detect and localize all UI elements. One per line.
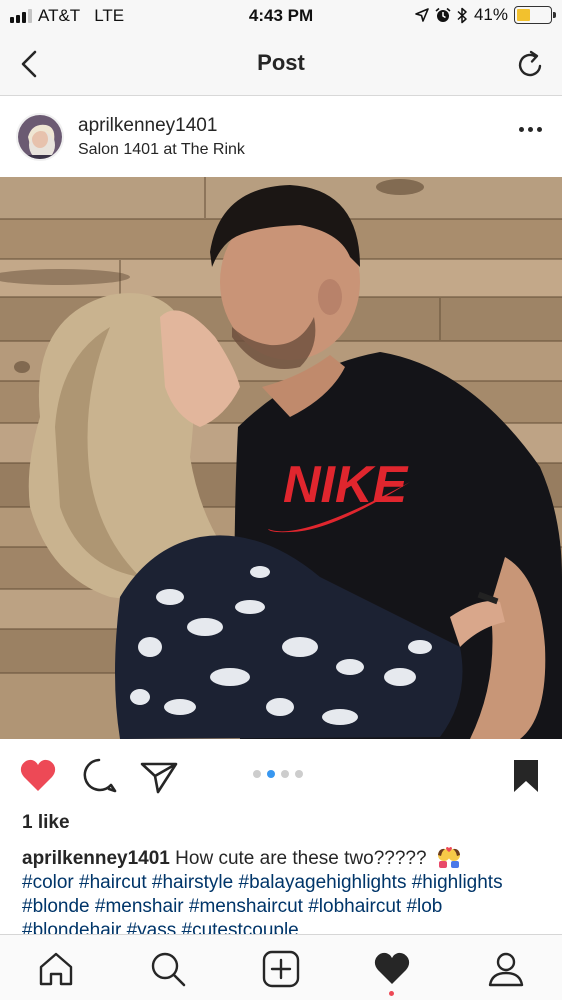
battery-fill bbox=[517, 9, 531, 21]
carousel-dot bbox=[267, 770, 275, 778]
more-horizontal-icon[interactable] bbox=[519, 127, 542, 132]
bookmark-filled-icon[interactable] bbox=[506, 756, 546, 796]
comment-icon[interactable] bbox=[79, 756, 119, 796]
carousel-dot bbox=[253, 770, 261, 778]
post-username[interactable]: aprilkenney1401 bbox=[78, 115, 217, 137]
post-caption: aprilkenney1401 How cute are these two??… bbox=[22, 846, 542, 934]
activity-heart-icon[interactable] bbox=[372, 949, 412, 989]
search-icon[interactable] bbox=[148, 949, 188, 989]
nav-bar: Post bbox=[0, 32, 562, 96]
carousel-dot bbox=[295, 770, 303, 778]
post-location[interactable]: Salon 1401 at The Rink bbox=[78, 141, 245, 159]
carousel-dot bbox=[281, 770, 289, 778]
bluetooth-icon bbox=[457, 7, 467, 23]
send-icon[interactable] bbox=[139, 756, 179, 796]
post-photo[interactable]: NIKE bbox=[0, 177, 562, 739]
page-title: Post bbox=[257, 50, 305, 75]
alarm-icon bbox=[435, 7, 451, 22]
status-bar: AT&T LTE 4:43 PM 41% bbox=[0, 0, 562, 32]
home-icon[interactable] bbox=[36, 949, 76, 989]
like-count[interactable]: 1 like bbox=[22, 812, 70, 834]
status-right: 41% bbox=[415, 5, 556, 25]
location-arrow-icon bbox=[415, 8, 429, 22]
caption-username[interactable]: aprilkenney1401 bbox=[22, 848, 170, 869]
tab-bar bbox=[0, 934, 562, 1000]
add-post-icon[interactable] bbox=[261, 949, 301, 989]
battery-icon bbox=[514, 6, 556, 24]
action-bar bbox=[0, 740, 562, 810]
avatar[interactable] bbox=[16, 113, 64, 161]
profile-icon[interactable] bbox=[486, 949, 526, 989]
couple-kiss-emoji bbox=[437, 847, 460, 868]
heart-filled-icon[interactable] bbox=[18, 756, 58, 796]
post-header: aprilkenney1401 Salon 1401 at The Rink bbox=[0, 97, 562, 177]
battery-percent: 41% bbox=[473, 5, 508, 24]
caption-hashtags[interactable]: #color #haircut #hairstyle #balayagehigh… bbox=[22, 872, 503, 934]
refresh-icon[interactable] bbox=[514, 46, 548, 82]
activity-notification-dot bbox=[389, 991, 394, 996]
shirt-logo-text: NIKE bbox=[283, 456, 409, 514]
caption-text: How cute are these two????? bbox=[175, 848, 427, 869]
carousel-indicator bbox=[253, 770, 303, 778]
